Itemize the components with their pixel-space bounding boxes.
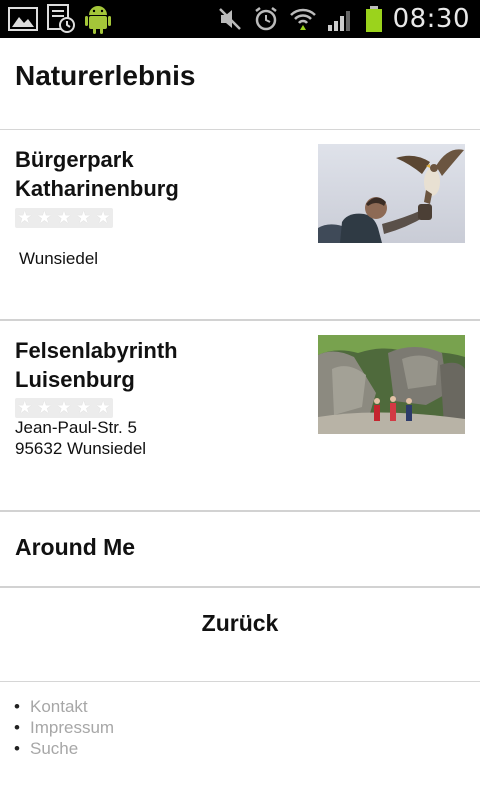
place-name: Bürgerpark Katharinenburg xyxy=(15,147,179,201)
bullet-icon: • xyxy=(14,739,20,758)
list-item[interactable]: Bürgerpark Katharinenburg ★ ★ ★ ★ ★ Wuns… xyxy=(0,130,480,321)
star-icon: ★ xyxy=(75,208,92,227)
notification-icons xyxy=(8,4,112,34)
around-me-button[interactable]: Around Me xyxy=(0,512,480,588)
calendar-clock-icon xyxy=(47,4,75,33)
star-icon: ★ xyxy=(56,208,72,227)
footer-links: • Kontakt • Impressum • Suche xyxy=(0,696,480,759)
back-button[interactable]: Zurück xyxy=(0,588,480,682)
rating-stars: ★ ★ ★ ★ ★ xyxy=(15,398,113,418)
star-icon: ★ xyxy=(36,398,53,417)
footer-link-impressum[interactable]: • Impressum xyxy=(0,717,480,738)
place-name: Felsenlabyrinth Luisenburg xyxy=(15,338,178,392)
status-bar: 08:30 xyxy=(0,0,480,38)
mute-icon xyxy=(218,8,241,30)
footer-link-kontakt[interactable]: • Kontakt xyxy=(0,696,480,717)
address-line: 95632 Wunsiedel xyxy=(15,439,147,458)
signal-icon xyxy=(327,11,350,31)
footer-link-label: Suche xyxy=(30,739,79,758)
footer-link-suche[interactable]: • Suche xyxy=(0,738,480,759)
gallery-icon xyxy=(8,7,38,31)
clock: 08:30 xyxy=(392,4,470,34)
star-icon: ★ xyxy=(56,398,72,417)
around-me-label: Around Me xyxy=(15,534,136,560)
back-label: Zurück xyxy=(201,610,279,636)
footer: • Kontakt • Impressum • Suche xyxy=(0,696,480,759)
bullet-icon: • xyxy=(14,718,20,737)
star-icon: ★ xyxy=(75,398,92,417)
alarm-icon xyxy=(254,7,277,31)
star-icon: ★ xyxy=(17,398,33,417)
star-icon: ★ xyxy=(95,398,111,417)
title-bar: Naturerlebnis xyxy=(0,38,480,130)
system-icons: 08:30 xyxy=(217,2,470,36)
rating-stars: ★ ★ ★ ★ ★ xyxy=(15,208,113,228)
star-icon: ★ xyxy=(95,208,111,227)
place-address: Jean-Paul-Str. 5 95632 Wunsiedel xyxy=(15,417,146,459)
footer-link-label: Impressum xyxy=(30,718,115,737)
address-line: Wunsiedel xyxy=(19,249,99,268)
battery-icon xyxy=(365,6,382,32)
wifi-icon xyxy=(289,8,316,30)
star-icon: ★ xyxy=(17,208,33,227)
star-icon: ★ xyxy=(36,208,53,227)
android-icon xyxy=(85,6,111,34)
place-thumbnail[interactable] xyxy=(318,335,465,434)
address-line: Jean-Paul-Str. 5 xyxy=(15,418,137,437)
page-title: Naturerlebnis xyxy=(15,60,196,91)
place-thumbnail[interactable] xyxy=(318,144,465,243)
footer-link-label: Kontakt xyxy=(30,697,88,716)
bullet-icon: • xyxy=(14,697,20,716)
place-address: Wunsiedel xyxy=(19,248,98,269)
list-item[interactable]: Felsenlabyrinth Luisenburg ★ ★ ★ ★ ★ Jea… xyxy=(0,321,480,512)
